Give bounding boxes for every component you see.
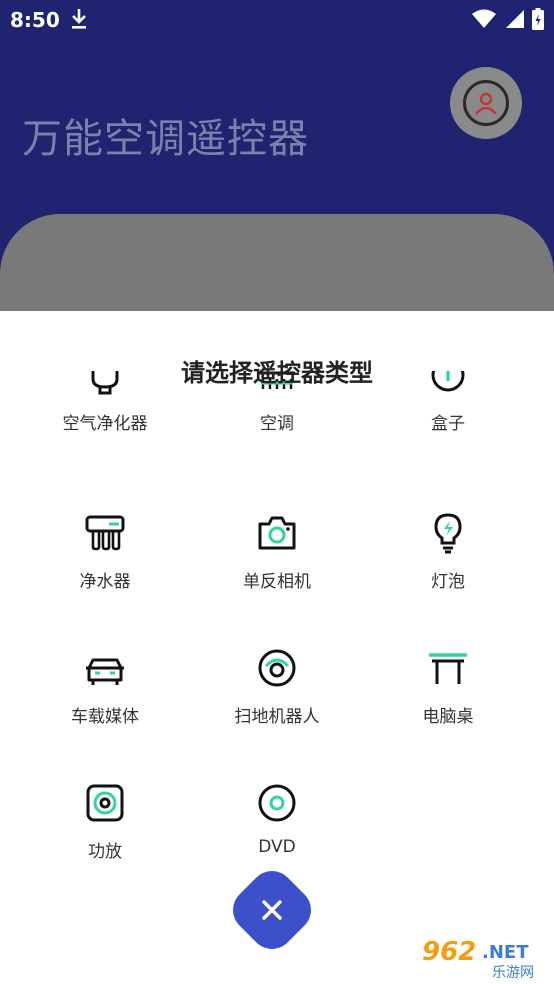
battery-icon xyxy=(532,8,544,30)
remote-type-label: 灯泡 xyxy=(431,572,465,592)
robot-vacuum-icon xyxy=(258,649,296,687)
desk-icon xyxy=(429,653,467,684)
app-title: 万能空调遥控器 xyxy=(22,116,309,162)
remote-type-label: DVD xyxy=(258,837,296,857)
light-bulb-icon xyxy=(434,513,462,554)
remote-type-sheet: 请选择遥控器类型 空气净化器 空调 盒子 净水器 单反相机 灯泡 车载媒体 扫地… xyxy=(0,311,554,984)
remote-type-label: 盒子 xyxy=(431,414,465,434)
status-bar: 8:50 xyxy=(0,0,554,40)
svg-text:乐游网: 乐游网 xyxy=(492,965,534,981)
user-avatar-button[interactable] xyxy=(450,67,522,139)
remote-type-computer-desk[interactable]: 电脑桌 xyxy=(358,646,538,727)
user-icon xyxy=(463,80,509,126)
status-time: 8:50 xyxy=(10,8,60,32)
water-purifier-icon xyxy=(85,515,125,551)
remote-type-label: 功放 xyxy=(88,842,122,862)
svg-text:.NET: .NET xyxy=(482,942,529,963)
svg-text:962: 962 xyxy=(422,937,476,967)
wifi-icon xyxy=(472,9,496,28)
remote-type-label: 净水器 xyxy=(79,572,131,592)
remote-type-water-purifier[interactable]: 净水器 xyxy=(15,511,195,592)
remote-type-label: 电脑桌 xyxy=(422,707,474,727)
remote-type-label: 扫地机器人 xyxy=(234,707,320,727)
sheet-title: 请选择遥控器类型 xyxy=(181,359,373,387)
car-icon xyxy=(86,658,124,685)
download-icon xyxy=(72,9,86,29)
signal-icon xyxy=(506,10,524,28)
remote-type-dvd[interactable]: DVD xyxy=(187,781,367,857)
camera-icon xyxy=(258,516,296,550)
remote-type-label: 单反相机 xyxy=(243,572,311,592)
disc-icon xyxy=(258,784,296,822)
watermark-logo: 962 .NET 乐游网 xyxy=(416,932,552,982)
speaker-icon xyxy=(86,784,124,822)
remote-type-car-media[interactable]: 车载媒体 xyxy=(15,646,195,727)
remote-type-grid: 空气净化器 空调 盒子 净水器 单反相机 灯泡 车载媒体 扫地机器人 电脑桌 功… xyxy=(0,371,554,931)
remote-type-label: 车载媒体 xyxy=(71,707,139,727)
remote-type-label: 空调 xyxy=(260,414,294,434)
remote-type-label: 空气净化器 xyxy=(62,414,148,434)
remote-type-light-bulb[interactable]: 灯泡 xyxy=(358,511,538,592)
close-icon xyxy=(262,900,282,920)
remote-type-robot-vacuum[interactable]: 扫地机器人 xyxy=(187,646,367,727)
remote-type-amplifier[interactable]: 功放 xyxy=(15,781,195,862)
remote-type-camera[interactable]: 单反相机 xyxy=(187,511,367,592)
